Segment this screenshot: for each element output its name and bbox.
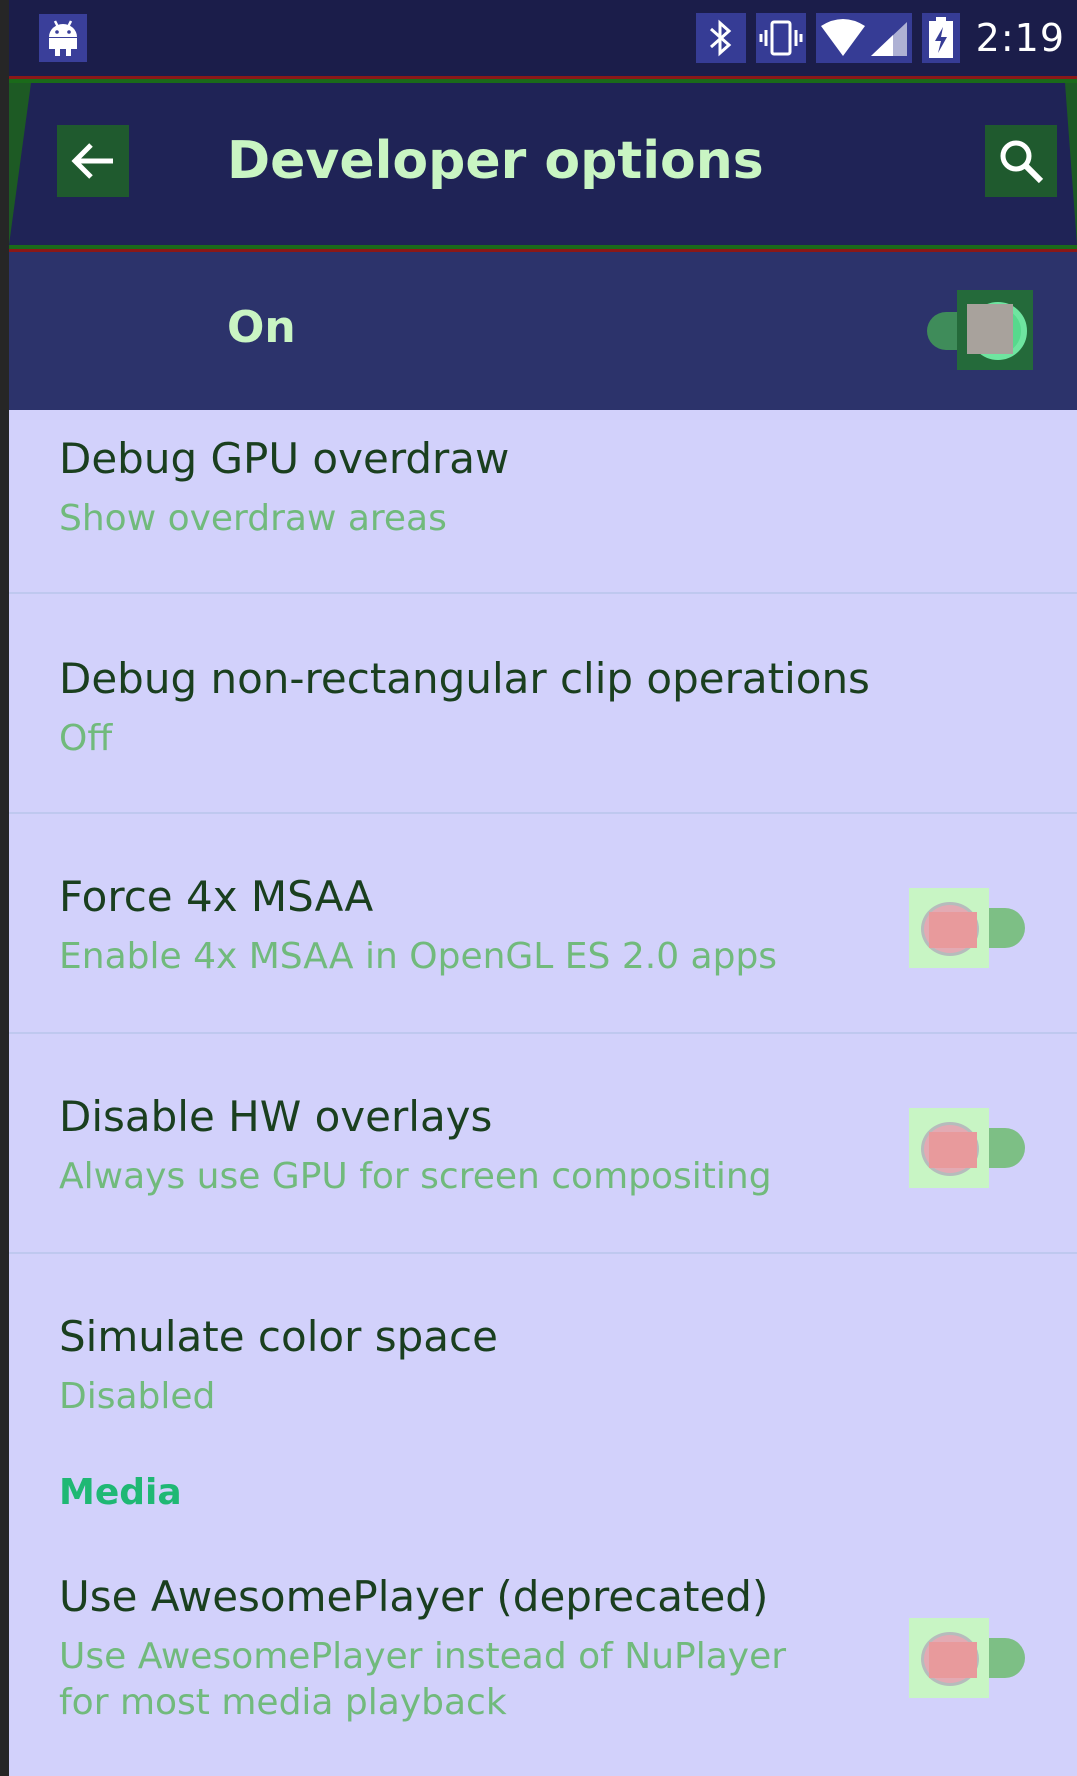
- setting-subtitle: Show overdraw areas: [59, 498, 447, 539]
- clock: 2:19: [975, 16, 1065, 60]
- setting-title: Force 4x MSAA: [59, 872, 374, 921]
- section-label: Media: [59, 1472, 182, 1513]
- setting-subtitle: Use AwesomePlayer instead of NuPlayer: [59, 1636, 787, 1677]
- search-button[interactable]: [985, 125, 1057, 197]
- status-bar: 2:19: [9, 0, 1077, 76]
- setting-use-awesomeplayer[interactable]: Use AwesomePlayer (deprecated) Use Aweso…: [9, 1564, 1077, 1776]
- master-switch-label: On: [227, 302, 296, 353]
- setting-subtitle: Off: [59, 718, 113, 759]
- setting-title: Debug GPU overdraw: [59, 434, 510, 483]
- arrow-left-icon: [71, 143, 113, 179]
- app-bar-edge-right: [1065, 83, 1077, 245]
- setting-force-4x-msaa[interactable]: Force 4x MSAA Enable 4x MSAA in OpenGL E…: [9, 814, 1077, 1034]
- device-frame: 2:19 Developer options On Debug GPU over…: [0, 0, 1077, 1776]
- setting-subtitle: Enable 4x MSAA in OpenGL ES 2.0 apps: [59, 936, 778, 977]
- setting-subtitle-line2: for most media playback: [59, 1682, 507, 1723]
- app-bar: Developer options: [9, 76, 1077, 252]
- screen: 2:19 Developer options On Debug GPU over…: [9, 0, 1077, 1776]
- switch-thumb-overlay: [929, 1642, 977, 1678]
- search-icon: [1000, 140, 1044, 184]
- switch-thumb-overlay: [929, 912, 977, 948]
- back-button[interactable]: [57, 125, 129, 197]
- setting-disable-hw-overlays[interactable]: Disable HW overlays Always use GPU for s…: [9, 1034, 1077, 1254]
- disable-hw-overlays-switch[interactable]: [909, 1108, 1027, 1188]
- android-notification-icon: [39, 14, 87, 62]
- switch-thumb-overlay: [967, 304, 1013, 354]
- setting-debug-gpu-overdraw[interactable]: Debug GPU overdraw Show overdraw areas: [9, 410, 1077, 594]
- wifi-icon: [820, 19, 907, 56]
- force-4x-msaa-switch[interactable]: [909, 888, 1027, 968]
- settings-list: Debug GPU overdraw Show overdraw areas D…: [9, 410, 1077, 1776]
- section-header-media: Media: [9, 1454, 1077, 1564]
- setting-title: Use AwesomePlayer (deprecated): [59, 1572, 769, 1621]
- use-awesomeplayer-switch[interactable]: [909, 1618, 1027, 1698]
- master-switch-bar[interactable]: On: [9, 252, 1077, 410]
- setting-title: Disable HW overlays: [59, 1092, 493, 1141]
- setting-debug-clip-operations[interactable]: Debug non-rectangular clip operations Of…: [9, 594, 1077, 814]
- status-icons: 2:19: [695, 10, 1065, 66]
- master-switch-toggle[interactable]: [915, 290, 1033, 370]
- setting-subtitle: Disabled: [59, 1376, 216, 1417]
- wifi-signal-icons: [815, 13, 912, 63]
- app-bar-edge-left: [9, 83, 31, 245]
- vibrate-icon: [755, 13, 806, 63]
- setting-title: Debug non-rectangular clip operations: [59, 654, 870, 703]
- setting-simulate-color-space[interactable]: Simulate color space Disabled: [9, 1254, 1077, 1454]
- page-title: Developer options: [227, 131, 764, 191]
- setting-title: Simulate color space: [59, 1312, 498, 1361]
- switch-thumb-overlay: [929, 1132, 977, 1168]
- setting-subtitle: Always use GPU for screen compositing: [59, 1156, 772, 1197]
- battery-charging-icon: [921, 13, 960, 63]
- bluetooth-icon: [695, 13, 746, 63]
